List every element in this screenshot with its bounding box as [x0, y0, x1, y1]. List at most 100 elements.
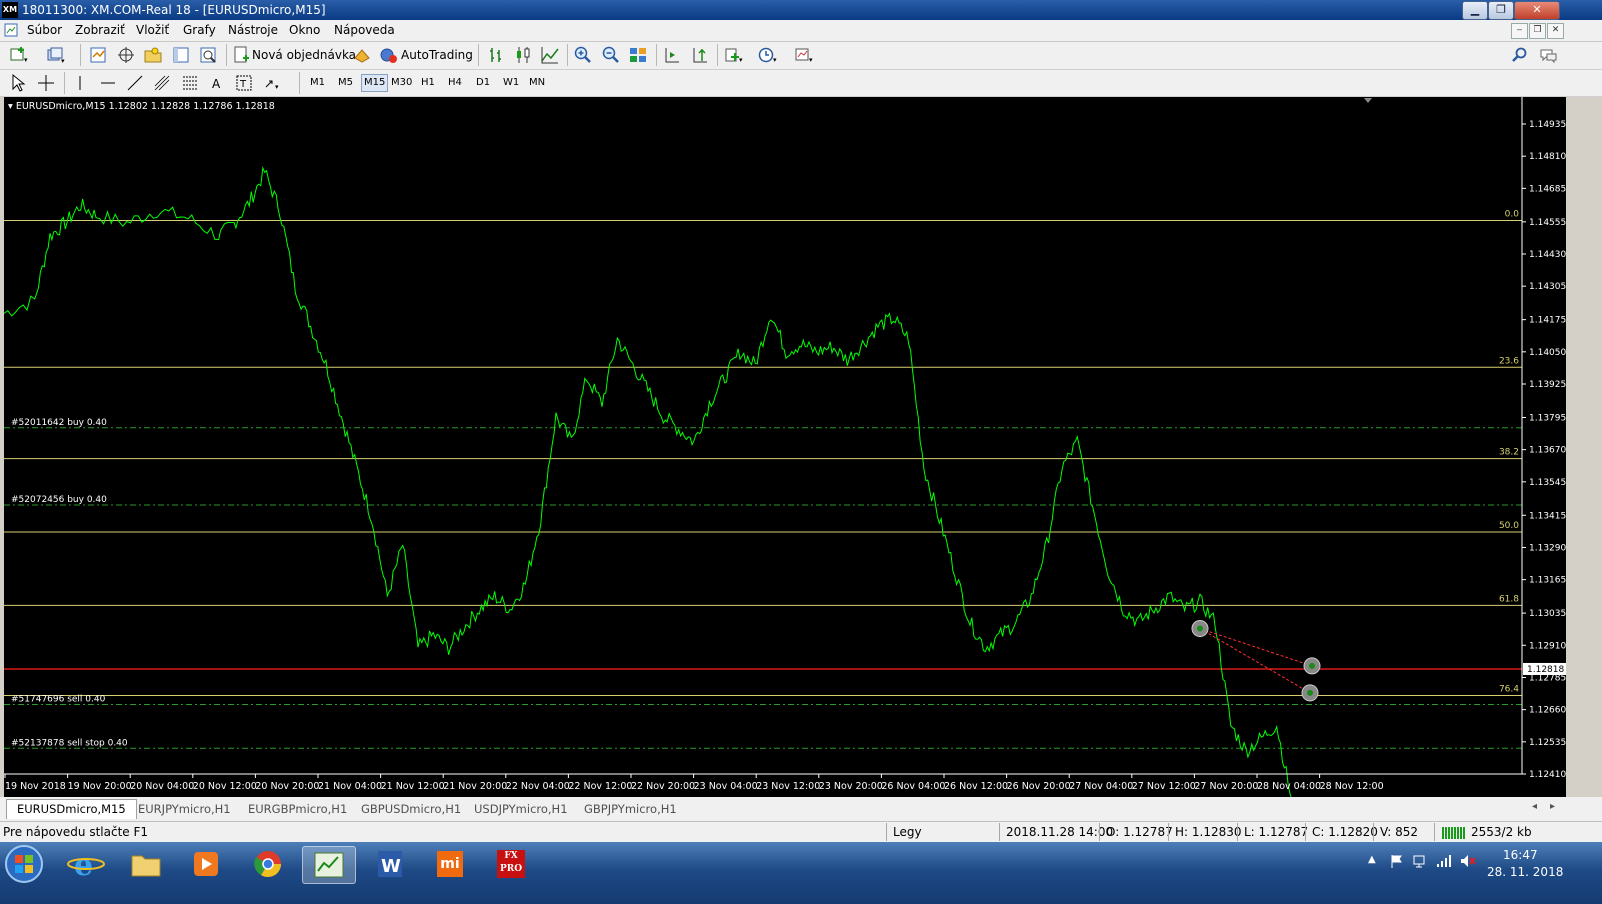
menu-okno[interactable]: Okno: [289, 23, 320, 37]
volume-muted-icon[interactable]: [1460, 854, 1476, 868]
timeframe-h4[interactable]: H4: [446, 75, 464, 91]
text-icon[interactable]: A: [207, 73, 227, 93]
mdi-close-button[interactable]: ✕: [1547, 23, 1564, 39]
status-open: O: 1.12787: [1106, 825, 1173, 839]
cursor-arrow-icon[interactable]: [8, 73, 28, 93]
toolbar-separator: [717, 44, 718, 66]
minimize-button[interactable]: ▁: [1462, 1, 1488, 20]
close-button[interactable]: ✕: [1514, 1, 1560, 20]
fib-level-label: 23.6: [1499, 356, 1519, 366]
auto-scroll-icon[interactable]: [690, 45, 710, 65]
collapse-arrow-icon[interactable]: ▾: [8, 101, 13, 112]
timeframe-m15[interactable]: M15: [361, 74, 389, 92]
menu-nastroje[interactable]: Nástroje: [228, 23, 278, 37]
strategy-tester-icon[interactable]: [198, 45, 218, 65]
status-profile[interactable]: Legy: [893, 825, 922, 839]
timeframe-w1[interactable]: W1: [501, 75, 521, 91]
periods-clock-icon[interactable]: ▾: [758, 45, 778, 65]
internet-explorer-icon[interactable]: e: [60, 846, 112, 882]
chat-icon[interactable]: [1538, 45, 1558, 65]
tab-scroll-right-icon[interactable]: ▸: [1550, 801, 1555, 812]
chart-document-icon[interactable]: [4, 23, 18, 37]
timeframe-m5[interactable]: M5: [336, 75, 355, 91]
mdi-restore-button[interactable]: ❐: [1529, 23, 1546, 39]
new-chart-icon[interactable]: ▾: [8, 45, 28, 65]
text-label-icon[interactable]: T: [234, 73, 254, 93]
status-low: L: 1.12787: [1244, 825, 1309, 839]
fxpro-app[interactable]: FX PRO: [486, 846, 538, 882]
timeframe-m30[interactable]: M30: [389, 75, 414, 91]
mdi-minimize-button[interactable]: ‒: [1511, 23, 1528, 39]
terminal-window-icon[interactable]: [171, 45, 191, 65]
timeframe-h1[interactable]: H1: [419, 75, 437, 91]
xiaomi-app[interactable]: mi: [424, 846, 476, 882]
tab-eurgbpmicro-h1[interactable]: EURGBPmicro,H1: [238, 800, 357, 819]
tab-scroll-left-icon[interactable]: ◂: [1532, 801, 1537, 812]
tab-eurusdmicro-m15[interactable]: EURUSDmicro,M15: [6, 799, 137, 819]
line-chart-icon[interactable]: [540, 45, 560, 65]
crosshair-icon[interactable]: [36, 73, 56, 93]
chrome-icon[interactable]: [242, 846, 294, 882]
clock-date[interactable]: 28. 11. 2018: [1487, 865, 1563, 879]
search-icon[interactable]: [1510, 45, 1530, 65]
tab-gbpusdmicro-h1[interactable]: GBPUSDmicro,H1: [351, 800, 471, 819]
menu-subor[interactable]: Súbor: [27, 23, 62, 37]
svg-text:W: W: [381, 856, 401, 877]
profiles-icon[interactable]: ▾: [46, 45, 66, 65]
file-explorer-icon[interactable]: [120, 846, 172, 882]
tab-usdjpymicro-h1[interactable]: USDJPYmicro,H1: [464, 800, 578, 819]
chart-shift-marker[interactable]: [1364, 98, 1372, 103]
tab-gbpjpymicro-h1[interactable]: GBPJPYmicro,H1: [574, 800, 687, 819]
menu-zobrazit[interactable]: Zobraziť: [75, 23, 125, 37]
indicators-icon[interactable]: ▾: [724, 45, 744, 65]
timeframe-m1[interactable]: M1: [308, 75, 327, 91]
menu-grafy[interactable]: Grafy: [183, 23, 216, 37]
data-folder-icon[interactable]: [143, 45, 163, 65]
trendline-icon[interactable]: [125, 73, 145, 93]
tile-windows-icon[interactable]: [628, 45, 648, 65]
arrows-icon[interactable]: ▾: [262, 73, 282, 93]
zoom-out-icon[interactable]: [601, 45, 621, 65]
signal-strength-icon[interactable]: [1436, 854, 1452, 868]
zoom-in-icon[interactable]: [573, 45, 593, 65]
time-tick-label: 20 Nov 12:00: [193, 781, 257, 792]
menu-napoveda[interactable]: Nápoveda: [334, 23, 395, 37]
time-tick-label: 19 Nov 20:00: [68, 781, 132, 792]
taskbar-metatrader-active[interactable]: [302, 846, 356, 884]
crosshair-navigator-icon[interactable]: [116, 45, 136, 65]
clock-time[interactable]: 16:47: [1503, 848, 1538, 862]
status-volume: V: 852: [1380, 825, 1418, 839]
bar-chart-icon[interactable]: [486, 45, 506, 65]
new-order-button[interactable]: Nová objednávka: [252, 48, 356, 62]
templates-icon[interactable]: ▾: [794, 45, 814, 65]
show-hidden-icons-icon[interactable]: ▲: [1368, 854, 1376, 865]
restore-button[interactable]: ❐: [1488, 1, 1514, 20]
market-watch-icon[interactable]: [88, 45, 108, 65]
horizontal-line-icon[interactable]: [98, 73, 118, 93]
connection-bars-icon[interactable]: [1442, 825, 1468, 839]
equidistant-channel-icon[interactable]: [152, 73, 172, 93]
new-order-icon[interactable]: [232, 45, 252, 65]
timeframe-d1[interactable]: D1: [474, 75, 492, 91]
chart-window[interactable]: 0.0 23.6 38.2 50.0 61.8 76.4 #52011642 buy 0.…: [4, 97, 1566, 797]
toolbar-separator: [656, 44, 657, 66]
tab-eurjpymicro-h1[interactable]: EURJPYmicro,H1: [128, 800, 241, 819]
word-icon[interactable]: W: [364, 846, 416, 882]
vertical-line-icon[interactable]: [70, 73, 90, 93]
action-center-flag-icon[interactable]: [1390, 854, 1404, 868]
autotrading-button[interactable]: AutoTrading: [401, 48, 473, 62]
media-player-icon[interactable]: [180, 846, 232, 882]
experts-icon[interactable]: [352, 45, 372, 65]
price-tick-label: 1.13165: [1529, 576, 1566, 586]
chart-shift-icon[interactable]: [662, 45, 682, 65]
menu-vlozit[interactable]: Vložiť: [136, 23, 169, 37]
autotrading-icon[interactable]: [379, 45, 399, 65]
network-icon[interactable]: [1412, 854, 1426, 868]
fibonacci-icon[interactable]: [180, 73, 200, 93]
menu-bar: Súbor Zobraziť Vložiť Grafy Nástroje Okn…: [0, 20, 1602, 42]
price-tick-label: 1.13545: [1529, 478, 1566, 488]
price-chart[interactable]: 0.0 23.6 38.2 50.0 61.8 76.4 #52011642 buy 0.…: [4, 97, 1566, 797]
start-button-icon[interactable]: [4, 844, 44, 884]
timeframe-mn[interactable]: MN: [527, 75, 547, 91]
candlestick-icon[interactable]: [513, 45, 533, 65]
